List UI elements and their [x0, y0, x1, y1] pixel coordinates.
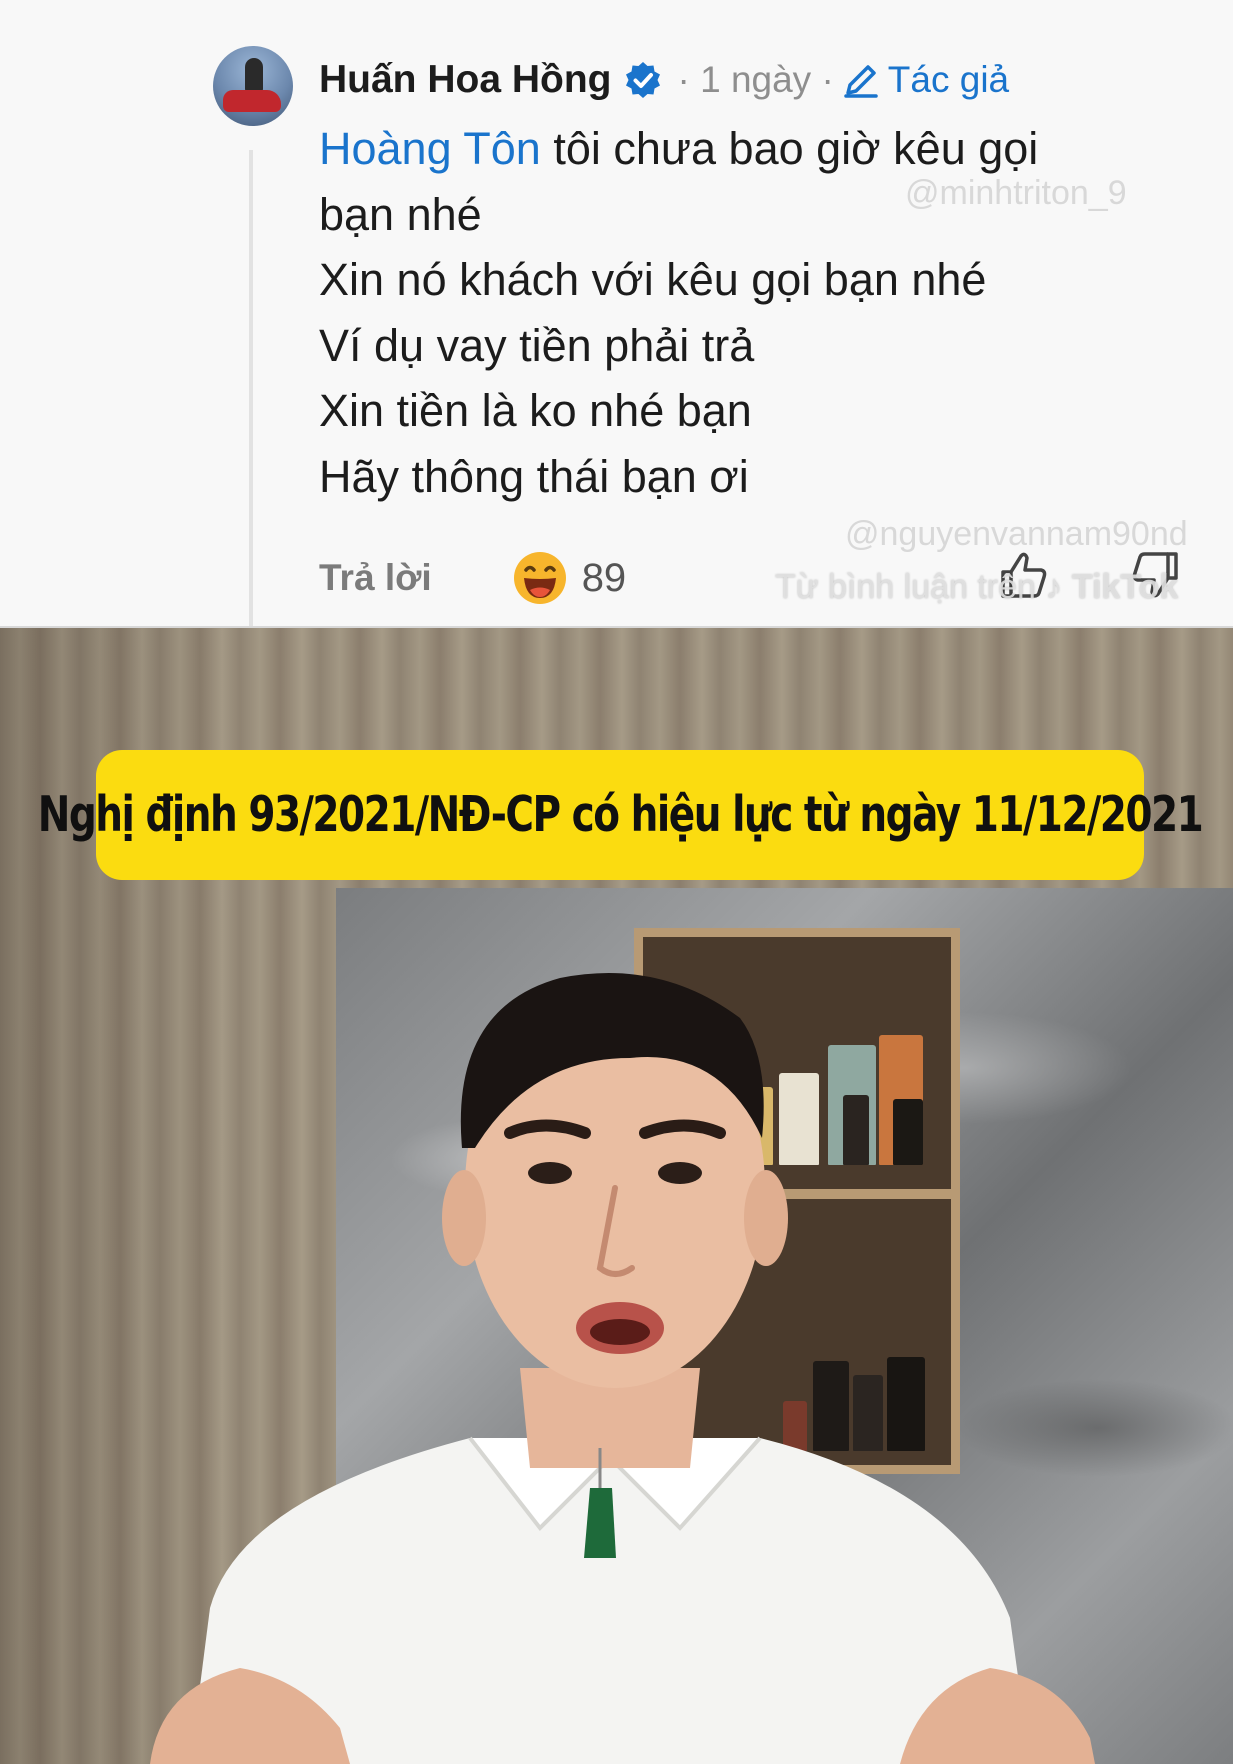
author-badge: Tác giả [842, 59, 1009, 101]
comment-timestamp: · 1 ngày · [677, 59, 834, 100]
comment-line-1: Hoàng Tôn tôi chưa bao giờ kêu gọi [319, 116, 1219, 182]
comment-panel: Huấn Hoa Hồng · 1 ngày · Tác giả Hoàng T… [0, 0, 1233, 628]
avatar-person [245, 58, 263, 92]
laughing-emoji-icon [513, 552, 566, 604]
reply-button[interactable]: Trả lời [319, 557, 432, 599]
comment-line: Xin tiền là ko nhé bạn [319, 385, 752, 436]
avatar-car [223, 90, 281, 112]
mention-link[interactable]: Hoàng Tôn [319, 123, 541, 174]
author-name[interactable]: Huấn Hoa Hồng [319, 58, 611, 102]
comment-line: Xin nó khách với kêu gọi bạn nhé [319, 254, 987, 305]
reaction-summary[interactable]: 89 [512, 550, 627, 606]
source-prefix: Từ bình luận trên [775, 568, 1036, 606]
comment-line: Hãy thông thái bạn ơi [319, 450, 749, 502]
verified-badge-icon [626, 62, 661, 98]
caption-banner-text: Nghị định 93/2021/NĐ-CP có hiệu lực từ n… [37, 786, 1204, 844]
reaction-count: 89 [581, 555, 627, 600]
tiktok-source-watermark: Từ bình luận trên ♪ TikTok [775, 568, 1178, 607]
thread-line [249, 150, 253, 626]
pencil-icon [844, 65, 878, 98]
video-frame[interactable]: Nghị định 93/2021/NĐ-CP có hiệu lực từ n… [0, 628, 1233, 1764]
comment-actions: Trả lời 89 [319, 548, 626, 608]
author-badge-label: Tác giả [887, 59, 1010, 100]
caption-banner: Nghị định 93/2021/NĐ-CP có hiệu lực từ n… [38, 750, 1204, 880]
comment-line: Ví dụ vay tiền phải trả [319, 319, 755, 371]
comment-header: Huấn Hoa Hồng · 1 ngày · Tác giả [319, 52, 1009, 108]
source-brand: TikTok [1071, 568, 1179, 606]
author-avatar[interactable] [213, 46, 293, 126]
tiktok-logo-icon: ♪ [1045, 568, 1063, 606]
watermark-handle-top: @minhtriton_9 [905, 174, 1127, 212]
comment-line-1-text: tôi chưa bao giờ kêu gọi [540, 123, 1039, 174]
